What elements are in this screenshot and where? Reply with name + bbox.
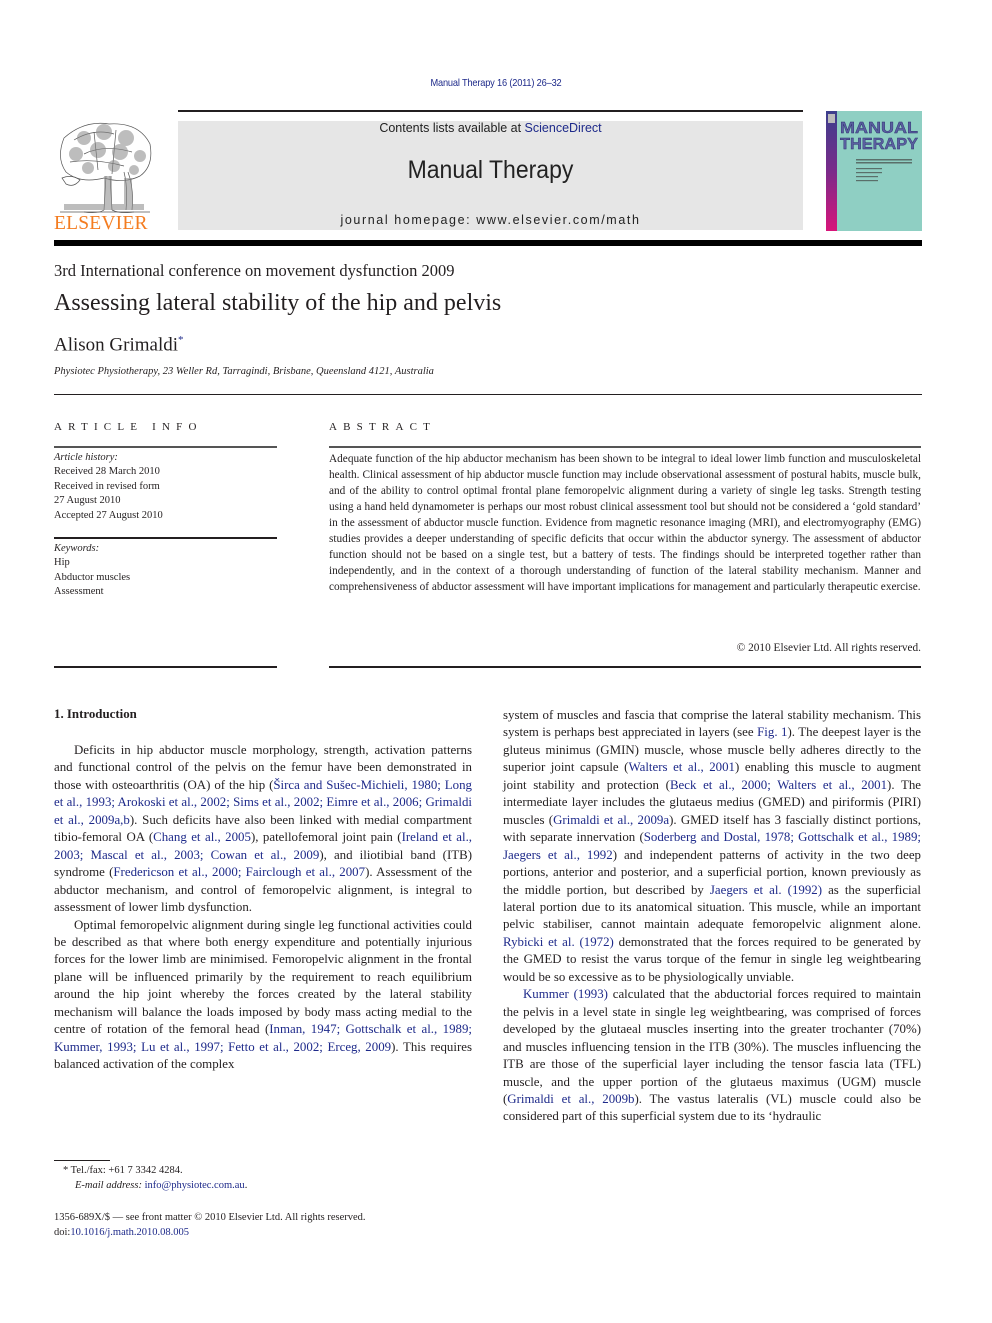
keyword: Abductor muscles [54, 571, 131, 583]
contents-line: Contents lists available at ScienceDirec… [178, 121, 803, 135]
email-link[interactable]: info@physiotec.com.au [145, 1180, 245, 1191]
author-name: Alison Grimaldi [54, 334, 179, 356]
publication-info: 1356-689X/$ — see front matter © 2010 El… [54, 1211, 554, 1240]
abstract-text: Adequate function of the hip abductor me… [329, 453, 921, 593]
body-text: calculated that the abductorial forces r… [503, 987, 921, 1106]
keyword: Assessment [54, 586, 104, 598]
citation-link[interactable]: Grimaldi et al., 2009b [507, 1092, 634, 1106]
history-item: Received in revised form [54, 480, 160, 492]
paragraph: system of muscles and fascia that compri… [503, 707, 921, 986]
citation-link[interactable]: Rybicki et al. (1972) [503, 935, 614, 949]
author-line: Alison Grimaldi* [54, 334, 184, 356]
journal-cover-image: MANUAL THERAPY [826, 111, 922, 231]
article-title: Assessing lateral stability of the hip a… [54, 290, 502, 316]
elsevier-wordmark: ELSEVIER [54, 213, 148, 234]
article-info-label: ARTICLE INFO [54, 421, 203, 433]
issn-line: 1356-689X/$ — see front matter © 2010 El… [54, 1212, 366, 1223]
header-rule [178, 110, 803, 112]
doi-label: doi: [54, 1226, 71, 1238]
email-label: E-mail address: [75, 1179, 145, 1191]
article-history-label: Article history: [54, 452, 118, 463]
doi-line: doi:10.1016/j.math.2010.08.005 [54, 1226, 554, 1241]
citation-link[interactable]: Walters et al., 2001 [628, 760, 735, 774]
masthead-thick-rule [54, 240, 922, 246]
keywords-block: Keywords: Hip Abductor muscles Assessmen… [54, 542, 277, 600]
footnote-email-line: E-mail address: info@physiotec.com.au. [63, 1179, 463, 1194]
abstract-label: ABSTRACT [329, 421, 437, 433]
sciencedirect-link[interactable]: ScienceDirect [525, 121, 602, 135]
cover-title-line1: MANUAL [840, 120, 918, 137]
history-item: 27 August 2010 [54, 495, 121, 507]
section-heading-introduction: 1. Introduction [54, 707, 137, 721]
author-affiliation: Physiotec Physiotherapy, 23 Weller Rd, T… [54, 366, 434, 377]
keywords-rule [54, 537, 277, 539]
body-column-right: system of muscles and fascia that compri… [503, 707, 921, 1126]
keyword: Hip [54, 557, 70, 569]
citation-link[interactable]: Grimaldi et al., 2009a [553, 813, 669, 827]
citation-link[interactable]: Beck et al., 2000; Walters et al., 2001 [670, 778, 887, 792]
citation-link[interactable]: Fig. 1 [757, 725, 787, 739]
abstract-rule [329, 446, 921, 448]
keywords-label: Keywords: [54, 543, 100, 554]
citation-link[interactable]: Kummer (1993) [523, 987, 608, 1001]
title-block-rule [54, 394, 922, 395]
body-text: Optimal femoropelvic alignment during si… [54, 917, 472, 1037]
journal-homepage[interactable]: journal homepage: www.elsevier.com/math [178, 213, 803, 227]
contents-prefix: Contents lists available at [379, 121, 525, 135]
journal-cover: MANUAL THERAPY [826, 111, 922, 231]
article-history: Article history: Received 28 March 2010 … [54, 451, 277, 523]
article-info-rule [54, 446, 277, 448]
journal-reference[interactable]: Manual Therapy 16 (2011) 26–32 [60, 77, 933, 89]
paragraph: Deficits in hip abductor muscle morpholo… [54, 742, 472, 917]
journal-title: Manual Therapy [407, 156, 574, 184]
doi-link[interactable]: 10.1016/j.math.2010.08.005 [70, 1227, 189, 1238]
paragraph: Kummer (1993) calculated that the abduct… [503, 986, 921, 1126]
cover-title-line2: THERAPY [840, 136, 918, 153]
footnote-contact: * Tel./fax: +61 7 3342 4284. E-mail addr… [63, 1164, 463, 1193]
history-item: Accepted 27 August 2010 [54, 509, 163, 521]
email-suffix: . [244, 1179, 248, 1191]
citation-link[interactable]: Chang et al., 2005 [153, 830, 251, 844]
abstract-bottom-rule [329, 666, 921, 668]
abstract-copyright: © 2010 Elsevier Ltd. All rights reserved… [736, 642, 921, 654]
citation-link[interactable]: Jaegers et al. (1992) [710, 883, 822, 897]
footnote-telephone: * Tel./fax: +61 7 3342 4284. [63, 1165, 183, 1176]
conference-line: 3rd International conference on movement… [54, 261, 455, 280]
body-column-left: Deficits in hip abductor muscle morpholo… [54, 742, 472, 1074]
history-item: Received 28 March 2010 [54, 466, 160, 478]
citation-link[interactable]: Fredericson et al., 2000; Fairclough et … [113, 865, 365, 879]
footnote-rule [54, 1160, 110, 1161]
paragraph: Optimal femoropelvic alignment during si… [54, 917, 472, 1074]
corresponding-author-mark[interactable]: * [178, 334, 184, 346]
article-info-bottom-rule [54, 666, 277, 668]
body-text: ), patellofemoral joint pain ( [250, 830, 402, 845]
